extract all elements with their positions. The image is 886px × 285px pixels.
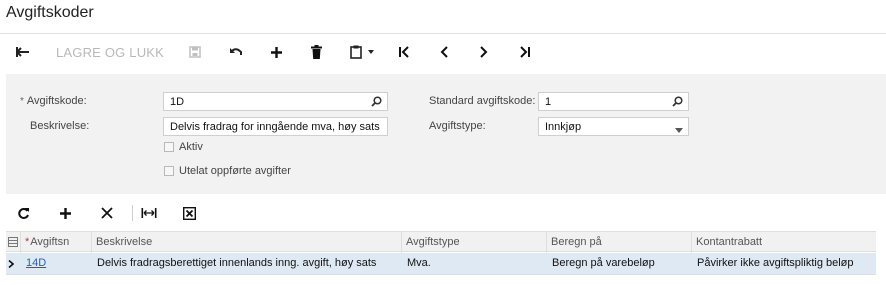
- cell-cash-discount[interactable]: Påvirker ikke avgiftspliktig beløp: [691, 253, 876, 274]
- search-icon[interactable]: [371, 96, 382, 110]
- grid-toolbar: [6, 198, 886, 228]
- delete-row-icon[interactable]: [97, 202, 117, 224]
- cell-calculate-on[interactable]: Beregn på varebeløp: [546, 253, 691, 274]
- column-header-description[interactable]: Beskrivelse: [91, 232, 401, 253]
- undo-icon[interactable]: [225, 40, 247, 64]
- save-and-close-button[interactable]: LAGRE OG LUKK: [50, 40, 170, 64]
- tax-code-link[interactable]: 14D: [26, 257, 46, 269]
- cell-code[interactable]: 14D: [20, 253, 91, 274]
- back-arrow-icon[interactable]: [12, 40, 34, 64]
- save-icon[interactable]: [184, 40, 206, 64]
- description-input[interactable]: Delvis fradrag for inngående mva, høy sa…: [163, 117, 388, 136]
- first-record-icon[interactable]: [393, 40, 415, 64]
- active-checkbox[interactable]: Aktiv: [164, 141, 203, 153]
- search-icon[interactable]: [672, 96, 683, 110]
- tax-code-label: * Avgiftskode:: [20, 95, 87, 107]
- table-row[interactable]: 14D Delvis fradragsberettiget innenlands…: [6, 253, 876, 274]
- tax-type-select[interactable]: Innkjøp: [538, 117, 689, 136]
- tax-type-label: Avgiftstype:: [429, 120, 486, 132]
- column-header-calculate-on[interactable]: Beregn på: [546, 232, 691, 253]
- tax-code-form: * Avgiftskode: 1D Beskrivelse: Delvis fra…: [6, 74, 886, 194]
- divider: [6, 274, 876, 275]
- standard-tax-code-label: Standard avgiftskode:: [429, 95, 536, 107]
- checkbox-box[interactable]: [164, 166, 174, 176]
- cell-description[interactable]: Delvis fradragsberettiget innenlands inn…: [91, 253, 401, 274]
- main-toolbar: LAGRE OG LUKK: [0, 34, 886, 70]
- description-label: Beskrivelse:: [30, 120, 90, 132]
- column-header-cash-discount[interactable]: Kontantrabatt: [691, 232, 876, 253]
- fit-columns-icon[interactable]: [139, 202, 159, 224]
- last-record-icon[interactable]: [514, 40, 536, 64]
- page-title: Avgiftskoder: [6, 4, 94, 21]
- chevron-down-icon[interactable]: [675, 124, 683, 135]
- checkbox-box[interactable]: [164, 142, 174, 152]
- row-indicator-icon: [6, 253, 20, 274]
- grid-header: *Avgiftsn Beskrivelse Avgiftstype Beregn…: [6, 231, 876, 253]
- column-header-code[interactable]: *Avgiftsn: [20, 232, 91, 253]
- exclude-listed-taxes-checkbox[interactable]: Utelat oppførte avgifter: [164, 165, 291, 177]
- row-selector-header[interactable]: [6, 232, 20, 253]
- delete-icon[interactable]: [305, 40, 327, 64]
- tax-code-input[interactable]: 1D: [163, 92, 388, 111]
- refresh-icon[interactable]: [13, 202, 33, 224]
- cell-tax-type[interactable]: Mva.: [401, 253, 546, 274]
- add-row-icon[interactable]: [55, 202, 75, 224]
- next-record-icon[interactable]: [473, 40, 495, 64]
- column-header-tax-type[interactable]: Avgiftstype: [401, 232, 546, 253]
- divider: [132, 205, 133, 221]
- required-marker: *: [20, 96, 24, 107]
- copy-paste-icon[interactable]: [344, 40, 380, 64]
- required-marker: *: [25, 236, 30, 248]
- export-excel-icon[interactable]: [179, 202, 199, 224]
- standard-tax-code-input[interactable]: 1: [538, 92, 689, 111]
- add-icon[interactable]: [265, 40, 287, 64]
- previous-record-icon[interactable]: [433, 40, 455, 64]
